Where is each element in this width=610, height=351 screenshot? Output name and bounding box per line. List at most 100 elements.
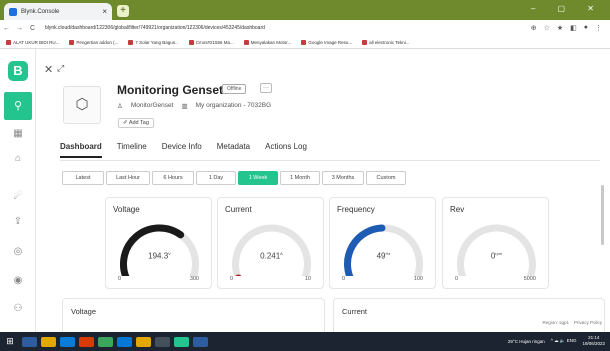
tray-icons[interactable]: ^ ☁ 🔈 ENG <box>551 338 577 344</box>
bookmark-item[interactable]: Cmos#21556 Ma... <box>188 39 234 45</box>
gauge-card-frequency: Frequency 49Hz 0 100 <box>329 197 436 289</box>
expand-icon[interactable]: ⤢ <box>57 63 64 74</box>
device-meta: ♙ MonitorGenset ▥ My organization - 7032… <box>117 102 271 110</box>
range-custom[interactable]: Custom <box>366 171 406 185</box>
blynk-logo[interactable]: B <box>8 61 28 81</box>
owner-link[interactable]: MonitorGenset <box>131 102 174 110</box>
app-sidebar: B ⚲ ▦ ⌂ ☄ ⇪ ◎ ◉ ⚇ <box>0 49 36 332</box>
bookmark-item[interactable]: all electronic Tekni... <box>362 39 410 45</box>
window-controls[interactable]: – ▢ ✕ <box>531 4 604 13</box>
url-input[interactable]: blynk.cloud/dashboard/122306/global/filt… <box>45 25 531 31</box>
time-range-selector: Latest Last Hour 6 Hours 1 Day 1 Week 1 Month… <box>62 171 406 185</box>
devices-icon[interactable]: ▦ <box>0 128 36 139</box>
taskbar-app-icon[interactable] <box>174 336 189 347</box>
gauge-title: Current <box>225 205 252 214</box>
system-tray: 29°C Hujan ringan ^ ☁ 🔈 ENG 21:14 19/06/… <box>508 335 605 347</box>
current-chart-title: Current <box>342 307 368 316</box>
taskbar-app-icon[interactable] <box>41 336 56 347</box>
voltage-chart-title: Voltage <box>71 307 97 316</box>
address-bar-actions: ⊕ ☆ ★ ◧ ● ⋮ <box>531 24 602 32</box>
organization-link[interactable]: My organization - 7032BG <box>196 102 272 110</box>
gauge-value-number: 49 <box>376 251 386 261</box>
gauge-dial <box>120 224 199 276</box>
taskbar-app-icon[interactable] <box>22 336 37 347</box>
bookmark-item[interactable]: Pengertian addon (... <box>69 39 119 45</box>
rocket-icon[interactable]: ☄ <box>0 191 36 202</box>
bookmark-label: Google Image Resu... <box>308 39 353 45</box>
gauge-value: 49Hz <box>330 251 437 261</box>
start-button[interactable]: ⊞ <box>0 336 20 347</box>
scrollbar[interactable] <box>601 185 604 245</box>
browser-action-icon[interactable]: ◧ <box>570 24 577 32</box>
settings-icon[interactable]: ◉ <box>0 275 36 286</box>
gauge-min: 0 <box>118 276 122 282</box>
upload-icon[interactable]: ⇪ <box>0 216 36 227</box>
browser-action-icon[interactable]: ★ <box>557 24 563 32</box>
reload-icon[interactable]: C <box>26 25 39 32</box>
range-3-months[interactable]: 3 Months <box>322 171 364 185</box>
tabs-divider <box>60 160 600 161</box>
search-icon[interactable]: ⚲ <box>4 92 32 120</box>
gauge-dial <box>232 224 311 276</box>
range-latest[interactable]: Latest <box>62 171 104 185</box>
gauge-value-number: 0.241 <box>260 251 281 261</box>
gauge-value-unit: V <box>168 251 171 256</box>
more-button[interactable]: ··· <box>260 83 272 93</box>
range-1-month[interactable]: 1 Month <box>280 171 320 185</box>
add-tag-button[interactable]: ✐ Add Tag <box>118 118 154 128</box>
tab-device-info[interactable]: Device Info <box>162 142 202 158</box>
taskbar-app-icon[interactable] <box>155 336 170 347</box>
bookmark-item[interactable]: Menyalakan Motor... <box>243 39 291 45</box>
page-title: Monitoring Genset <box>117 83 223 97</box>
range-1-day[interactable]: 1 Day <box>196 171 236 185</box>
browser-action-icon[interactable]: ● <box>584 24 588 32</box>
browser-tab[interactable]: Blynk.Console × <box>4 3 112 20</box>
range-1-week[interactable]: 1 Week <box>238 171 278 185</box>
home-icon[interactable]: ⌂ <box>0 153 36 164</box>
bookmark-icon <box>6 39 11 45</box>
new-tab-button[interactable]: + <box>117 5 129 17</box>
circle-icon[interactable]: ◎ <box>0 246 36 257</box>
range-6-hours[interactable]: 6 Hours <box>152 171 194 185</box>
privacy-policy-link[interactable]: Privacy Policy <box>574 320 602 325</box>
bookmark-item[interactable]: ALAT UKUR BIDI RU... <box>6 39 60 45</box>
tab-metadata[interactable]: Metadata <box>217 142 250 158</box>
user-icon[interactable]: ⚇ <box>0 303 36 314</box>
bookmark-label: 7 Solar Yang Bagus... <box>135 39 179 45</box>
back-icon[interactable]: ← <box>0 25 13 32</box>
clock[interactable]: 21:14 19/06/2022 <box>582 335 605 347</box>
forward-icon[interactable]: → <box>13 25 26 32</box>
range-last-hour[interactable]: Last Hour <box>106 171 150 185</box>
bookmark-label: Pengertian addon (... <box>76 39 119 45</box>
bookmark-icon <box>362 39 368 45</box>
gauge-card-rev: Rev 0rpm 0 5000 <box>442 197 549 289</box>
tab-timeline[interactable]: Timeline <box>117 142 147 158</box>
browser-action-icon[interactable]: ☆ <box>544 24 550 32</box>
tab-dashboard[interactable]: Dashboard <box>60 142 102 158</box>
organization-icon: ▥ <box>181 103 188 110</box>
weather-widget[interactable]: 29°C Hujan ringan <box>508 339 545 344</box>
footer-links: Region: sgp1 Privacy Policy <box>542 320 602 325</box>
bookmark-item[interactable]: Google Image Resu... <box>301 39 353 45</box>
gauge-min: 0 <box>230 276 234 282</box>
clock-date: 19/06/2022 <box>582 341 605 346</box>
browser-action-icon[interactable]: ⋮ <box>595 24 602 32</box>
browser-action-icon[interactable]: ⊕ <box>531 24 537 32</box>
tab-close-icon[interactable]: × <box>102 7 107 16</box>
taskbar-app-icon[interactable] <box>98 336 113 347</box>
taskbar-app-icon[interactable] <box>193 336 208 347</box>
windows-taskbar: ⊞ 29°C Hujan ringan ^ ☁ 🔈 ENG 21:14 19/0… <box>0 332 610 351</box>
taskbar-app-icon[interactable] <box>117 336 132 347</box>
bookmark-label: ALAT UKUR BIDI RU... <box>13 39 60 45</box>
gauge-title: Voltage <box>113 205 140 214</box>
bookmark-icon <box>243 39 249 45</box>
bookmark-item[interactable]: 7 Solar Yang Bagus... <box>128 39 179 45</box>
tab-actions-log[interactable]: Actions Log <box>265 142 307 158</box>
status-badge: Offline <box>222 84 247 94</box>
close-icon[interactable]: ✕ <box>44 63 53 76</box>
taskbar-app-icon[interactable] <box>136 336 151 347</box>
taskbar-app-icon[interactable] <box>60 336 75 347</box>
bookmark-icon <box>69 39 75 45</box>
bookmark-label: Cmos#21556 Ma... <box>195 39 234 45</box>
taskbar-app-icon[interactable] <box>79 336 94 347</box>
